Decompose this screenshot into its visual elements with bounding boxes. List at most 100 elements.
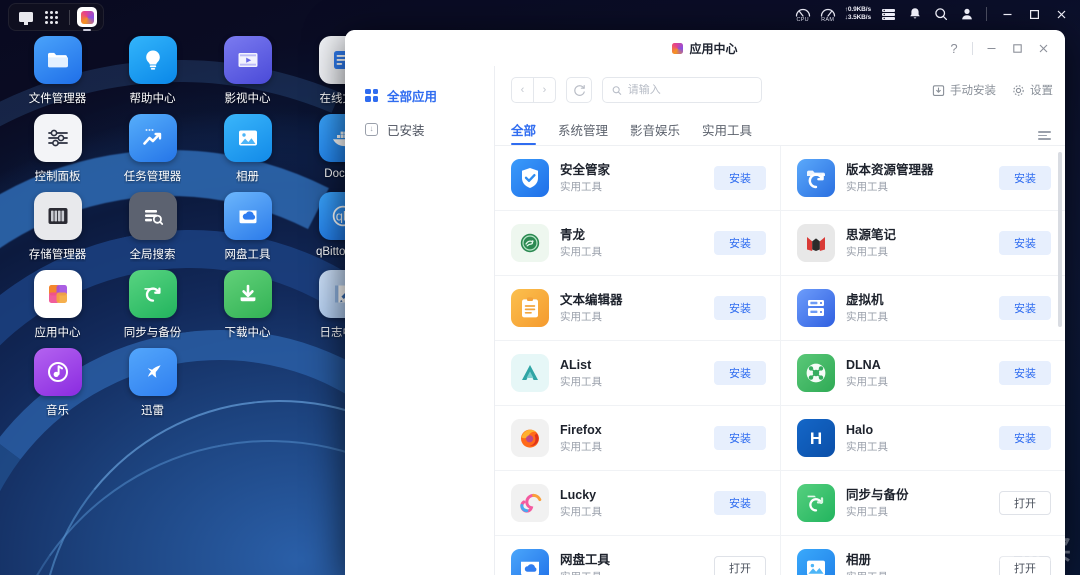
tab-all[interactable]: 全部	[511, 120, 537, 145]
desktop-icon-task-manager[interactable]: 任务管理器	[105, 114, 200, 184]
desktop-icon-video-center[interactable]: 影视中心	[200, 36, 295, 106]
app-list-item[interactable]: 文本编辑器实用工具 安装	[495, 276, 780, 341]
app-center-window: 应用中心 ? 全部应用 已安装	[345, 30, 1065, 575]
install-app-button[interactable]: 安装	[714, 166, 766, 190]
open-app-button[interactable]: 打开	[999, 556, 1051, 575]
vertical-scrollbar[interactable]	[1058, 152, 1062, 327]
version-folder-icon	[797, 159, 835, 197]
app-name: 文本编辑器	[560, 292, 623, 307]
taskbar	[8, 3, 104, 31]
network-speed: ↑0.9KB/s ↓3.5KB/s	[845, 6, 871, 23]
app-name: 同步与备份	[846, 487, 909, 502]
sidebar: 全部应用 已安装	[345, 66, 495, 575]
open-app-button[interactable]: 打开	[714, 556, 766, 575]
user-icon[interactable]	[958, 6, 975, 23]
chart-arrow-icon	[128, 114, 177, 162]
app-list-item[interactable]: 同步与备份实用工具 打开	[780, 471, 1065, 536]
cloud-drive-icon	[223, 192, 272, 240]
installed-icon	[365, 122, 378, 136]
manual-install-button[interactable]: 手动安装	[932, 82, 996, 98]
search-input[interactable]	[627, 84, 752, 96]
install-app-button[interactable]: 安装	[714, 426, 766, 450]
desktop-icon-file-manager[interactable]: 文件管理器	[10, 36, 105, 106]
app-grid-button[interactable]	[40, 6, 62, 28]
app-list-item[interactable]: 青龙 实用工具 安装	[495, 211, 780, 276]
desktop-icon-photos[interactable]: 相册	[200, 114, 295, 184]
app-meta: AList 实用工具	[560, 357, 703, 390]
sidebar-item-all-apps[interactable]: 全部应用	[345, 78, 494, 112]
sync-icon	[797, 484, 835, 522]
photo-icon	[797, 549, 835, 575]
settings-button[interactable]: 设置	[1012, 82, 1053, 98]
desktop-icon-storage-manager[interactable]: 存储管理器	[10, 192, 105, 262]
desktop-icon-download-center[interactable]: 下载中心	[200, 270, 295, 340]
install-app-button[interactable]: 安装	[714, 296, 766, 320]
desktop-icon-help-center[interactable]: 帮助中心	[105, 36, 200, 106]
window-minimize-button[interactable]	[998, 5, 1016, 23]
window-maximize-button[interactable]	[1025, 5, 1043, 23]
app-list-item[interactable]: AList 实用工具 安装	[495, 341, 780, 406]
desktop-icon-app-center[interactable]: 应用中心	[10, 270, 105, 340]
forward-button[interactable]: ›	[534, 78, 555, 102]
install-app-button[interactable]: 安装	[999, 231, 1051, 255]
app-list-item[interactable]: H Halo 实用工具 安装	[780, 406, 1065, 471]
app-list: 安全管家 实用工具 安装 版本资源管理器 实用工具 安装 青龙 实用工具 安装 思源笔记 实用工具安…	[495, 146, 1065, 575]
close-button[interactable]	[1031, 36, 1055, 60]
search-box[interactable]	[602, 77, 762, 103]
taskbar-app-appcenter[interactable]	[77, 7, 97, 27]
tab-utilities[interactable]: 实用工具	[702, 120, 752, 145]
install-app-button[interactable]: 安装	[714, 361, 766, 385]
install-app-button[interactable]: 安装	[714, 231, 766, 255]
app-name: 相册	[846, 552, 872, 567]
app-list-item[interactable]: 相册实用工具打开	[780, 536, 1065, 575]
desktop-icon-sync-backup[interactable]: 同步与备份	[105, 270, 200, 340]
appcenter-icon	[672, 42, 684, 54]
install-app-button[interactable]: 安装	[714, 491, 766, 515]
desktop-icon-label: 应用中心	[34, 327, 81, 339]
server-icon[interactable]	[880, 6, 897, 23]
manual-install-label: 手动安装	[950, 85, 996, 97]
maximize-button[interactable]	[1005, 36, 1029, 60]
cpu-gauge[interactable]: CPU	[795, 6, 811, 23]
app-meta: DLNA 实用工具	[846, 357, 988, 390]
desktop-icon-label: 存储管理器	[28, 249, 87, 261]
appcenter-icon	[33, 270, 82, 318]
refresh-button[interactable]	[566, 77, 592, 103]
desktop-icon-grid: 文件管理器 帮助中心 影视中心 在线文档 控制面板 任务管理器 相册 Docke…	[0, 36, 370, 418]
bell-icon[interactable]	[906, 6, 923, 23]
app-list-item[interactable]: 版本资源管理器 实用工具 安装	[780, 146, 1065, 211]
install-app-button[interactable]: 安装	[999, 361, 1051, 385]
desktop-icon-music[interactable]: 音乐	[10, 348, 105, 418]
ram-gauge[interactable]: RAM	[820, 6, 836, 23]
search-icon[interactable]	[932, 6, 949, 23]
back-button[interactable]: ‹	[512, 78, 533, 102]
desktop-icon-global-search[interactable]: 全局搜索	[105, 192, 200, 262]
help-button[interactable]: ?	[942, 36, 966, 60]
desktop-icon-label: 任务管理器	[123, 171, 182, 183]
tab-media-entertainment[interactable]: 影音娱乐	[630, 120, 680, 145]
app-list-item[interactable]: 安全管家 实用工具 安装	[495, 146, 780, 211]
app-list-item[interactable]: 网盘工具实用工具打开	[495, 536, 780, 575]
tab-system-management[interactable]: 系统管理	[558, 120, 608, 145]
app-meta: Firefox 实用工具	[560, 422, 703, 455]
install-app-button[interactable]: 安装	[999, 166, 1051, 190]
show-desktop-button[interactable]	[15, 6, 37, 28]
sidebar-item-installed[interactable]: 已安装	[345, 112, 494, 146]
desktop-icon-control-panel[interactable]: 控制面板	[10, 114, 105, 184]
open-app-button[interactable]: 打开	[999, 491, 1051, 515]
install-app-button[interactable]: 安装	[999, 426, 1051, 450]
minimize-button[interactable]	[979, 36, 1003, 60]
window-close-button[interactable]	[1052, 5, 1070, 23]
app-list-item[interactable]: Firefox 实用工具 安装	[495, 406, 780, 471]
app-list-item[interactable]: 虚拟机 实用工具 安装	[780, 276, 1065, 341]
install-app-button[interactable]: 安装	[999, 296, 1051, 320]
app-category: 实用工具	[560, 310, 602, 323]
app-list-item[interactable]: DLNA 实用工具 安装	[780, 341, 1065, 406]
app-list-item[interactable]: Lucky 实用工具 安装	[495, 471, 780, 536]
desktop-icon-thunder[interactable]: 迅雷	[105, 348, 200, 418]
app-category: 实用工具	[846, 505, 888, 518]
desktop-icon-cloud-drive[interactable]: 网盘工具	[200, 192, 295, 262]
app-list-item[interactable]: 思源笔记 实用工具 安装	[780, 211, 1065, 276]
grid-icon	[365, 88, 378, 102]
sort-icon[interactable]	[1038, 131, 1051, 145]
